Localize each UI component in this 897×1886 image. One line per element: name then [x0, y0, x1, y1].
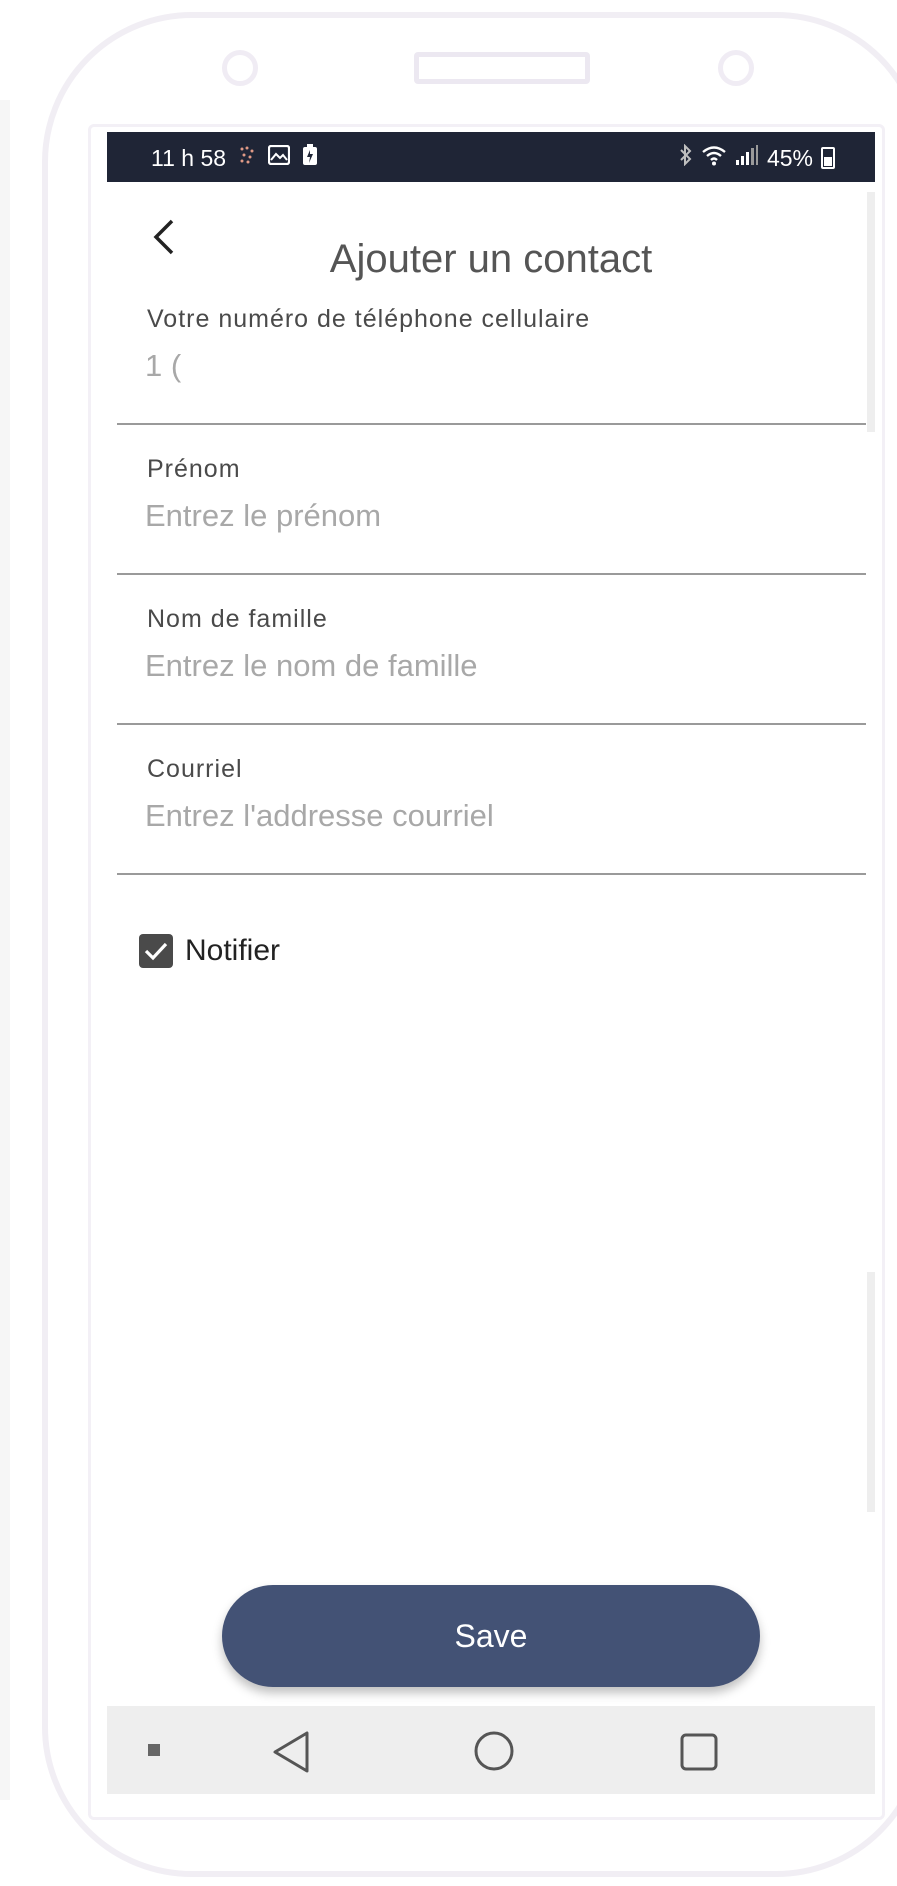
- notify-row: Notifier: [139, 931, 280, 971]
- notify-checkbox[interactable]: [139, 934, 173, 968]
- device-camera: [718, 50, 754, 86]
- bluetooth-icon: [679, 143, 693, 172]
- scrollbar-track: [867, 1272, 875, 1512]
- android-nav-bar: [107, 1706, 875, 1794]
- first-name-label: Prénom: [147, 455, 241, 483]
- email-label: Courriel: [147, 755, 243, 783]
- battery-icon: [821, 147, 835, 169]
- checkmark-icon: [144, 942, 168, 961]
- image-icon: [267, 144, 291, 171]
- back-triangle-icon[interactable]: [271, 1730, 311, 1774]
- notify-label: Notifier: [185, 934, 281, 967]
- device-edge: [0, 100, 10, 1800]
- status-bar: 11 h 58 45%: [107, 132, 875, 182]
- battery-saver-icon: [302, 144, 318, 172]
- battery-percent: 45%: [766, 144, 813, 171]
- home-circle-icon[interactable]: [473, 1730, 515, 1772]
- signal-icon: [735, 144, 759, 172]
- activity-icon: [238, 145, 256, 171]
- first-name-field: Prénom: [117, 425, 866, 575]
- save-button[interactable]: Save: [222, 1585, 760, 1687]
- recents-square-icon[interactable]: [679, 1732, 719, 1772]
- phone-label: Votre numéro de téléphone cellulaire: [147, 305, 591, 333]
- device-sensor: [222, 50, 258, 86]
- dot-icon: [148, 1744, 160, 1756]
- phone-field: Votre numéro de téléphone cellulaire: [117, 275, 866, 425]
- status-time: 11 h 58: [151, 144, 227, 171]
- last-name-label: Nom de famille: [147, 605, 328, 633]
- device-speaker: [414, 52, 590, 84]
- phone-screen: 11 h 58 45% Ajouter un contact Votre num…: [107, 132, 875, 1794]
- phone-input[interactable]: [145, 343, 835, 389]
- wifi-icon: [701, 144, 727, 172]
- email-field: Courriel: [117, 725, 866, 875]
- email-input[interactable]: [145, 793, 835, 839]
- first-name-input[interactable]: [145, 493, 835, 539]
- last-name-input[interactable]: [145, 643, 835, 689]
- last-name-field: Nom de famille: [117, 575, 866, 725]
